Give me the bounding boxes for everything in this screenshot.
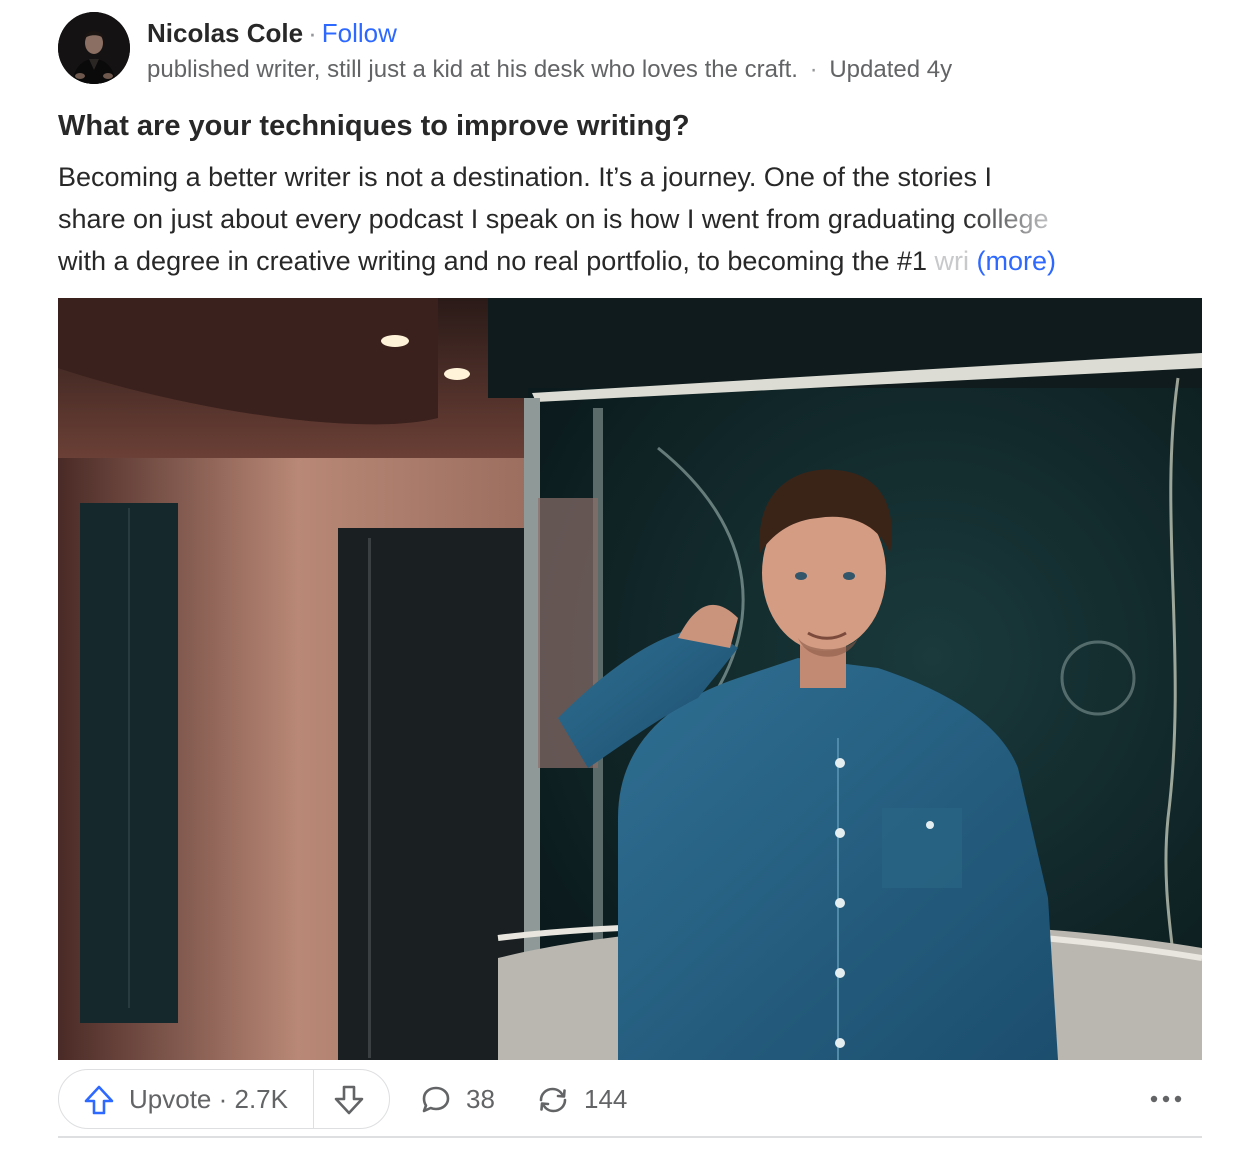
answer-line-2: share on just about every podcast I spea… bbox=[58, 198, 1208, 240]
answer-divider bbox=[58, 1136, 1202, 1138]
overflow-menu-button[interactable] bbox=[1146, 1083, 1186, 1115]
more-dots-icon bbox=[1150, 1095, 1182, 1103]
answer-line-3: with a degree in creative writing and no… bbox=[58, 240, 1208, 282]
share-cycle-icon bbox=[539, 1087, 567, 1113]
answer-text[interactable]: Becoming a better writer is not a destin… bbox=[58, 156, 1208, 282]
answer-line-3-fade: wri bbox=[934, 246, 970, 276]
arrow-up-icon bbox=[84, 1085, 114, 1115]
answer-header: Nicolas Cole · Follow published writer, st… bbox=[58, 12, 1198, 86]
author-line: Nicolas Cole · Follow bbox=[147, 16, 397, 50]
avatar-portrait-image bbox=[58, 12, 130, 84]
author-credential-line: published writer, still just a kid at hi… bbox=[147, 54, 952, 86]
updated-timestamp[interactable]: Updated 4y bbox=[829, 56, 952, 83]
downvote-button[interactable] bbox=[314, 1070, 389, 1128]
answer-line-2-fade: college bbox=[963, 204, 1049, 234]
upvote-button[interactable]: Upvote · 2.7K bbox=[59, 1070, 313, 1128]
answer-line-1: Becoming a better writer is not a destin… bbox=[58, 162, 992, 192]
follow-button[interactable]: Follow bbox=[322, 18, 397, 48]
answer-line-2-text: share on just about every podcast I spea… bbox=[58, 204, 964, 234]
share-count: 144 bbox=[584, 1084, 628, 1114]
answer-card: Nicolas Cole · Follow published writer, st… bbox=[0, 0, 1246, 1156]
upvote-label: Upvote · 2.7K bbox=[129, 1084, 288, 1114]
vote-pill: Upvote · 2.7K bbox=[58, 1069, 390, 1129]
answer-photo[interactable] bbox=[58, 298, 1202, 1060]
arrow-down-icon bbox=[334, 1085, 364, 1115]
question-title[interactable]: What are your techniques to improve writ… bbox=[58, 106, 690, 146]
comment-count: 38 bbox=[466, 1084, 495, 1114]
answer-actions: Upvote · 2.7K 38 144 bbox=[58, 1069, 1202, 1131]
author-separator: · bbox=[308, 18, 317, 48]
more-link[interactable]: (more) bbox=[977, 246, 1057, 276]
author-name[interactable]: Nicolas Cole bbox=[147, 18, 303, 48]
comment-bubble-icon bbox=[422, 1086, 450, 1113]
author-avatar[interactable] bbox=[58, 12, 130, 84]
author-credential[interactable]: published writer, still just a kid at hi… bbox=[147, 56, 798, 83]
meta-separator: · bbox=[809, 56, 818, 83]
answer-photo-image bbox=[58, 298, 1202, 1060]
answer-line-3-text: with a degree in creative writing and no… bbox=[58, 246, 935, 276]
